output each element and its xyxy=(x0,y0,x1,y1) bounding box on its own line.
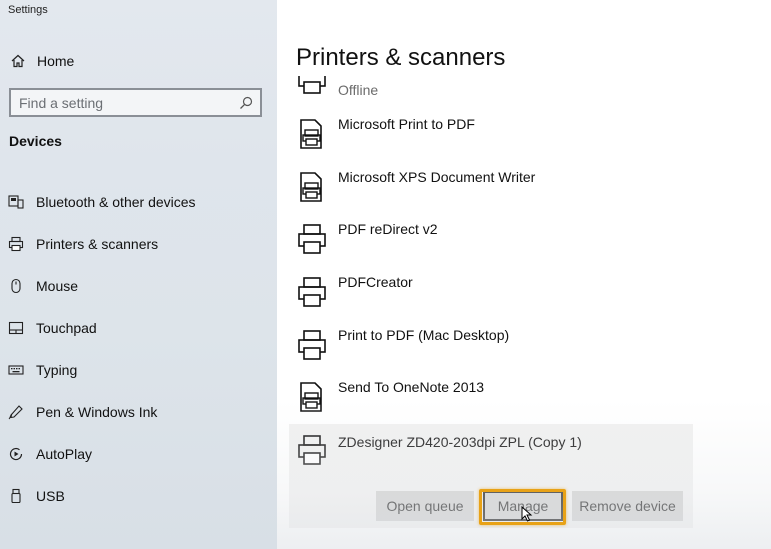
printer-status: Offline xyxy=(338,82,379,98)
printer-name: ZDesigner ZD420-203dpi ZPL (Copy 1) xyxy=(338,434,582,450)
document-printer-icon xyxy=(297,118,327,150)
printer-name: Microsoft XPS Document Writer xyxy=(338,168,536,185)
sidebar-item-label: USB xyxy=(36,488,65,504)
window-title: Settings xyxy=(8,4,48,16)
touchpad-icon xyxy=(8,320,24,336)
search-input[interactable] xyxy=(11,90,234,115)
printer-name: Microsoft Print to PDF xyxy=(338,116,475,132)
sidebar-item-label: Touchpad xyxy=(36,320,97,336)
manage-button[interactable]: Manage xyxy=(483,491,563,521)
printer-name: Print to PDF (Mac Desktop) xyxy=(338,326,510,343)
sidebar-item-mouse[interactable]: Mouse xyxy=(0,265,277,307)
remove-device-button[interactable]: Remove device xyxy=(572,491,683,521)
sidebar-item-printers[interactable]: Printers & scanners xyxy=(0,223,277,265)
printer-icon xyxy=(297,276,327,308)
bluetooth-devices-icon xyxy=(8,194,24,210)
main-content: Printers & scanners Offline Microsoft Pr… xyxy=(277,0,771,549)
sidebar-item-usb[interactable]: USB xyxy=(0,475,277,517)
sidebar-item-label: Mouse xyxy=(36,278,79,294)
printer-list-item[interactable]: Microsoft Print to PDF xyxy=(289,106,693,159)
sidebar-item-label: Pen & Windows Ink xyxy=(36,404,158,420)
sidebar-item-label: Bluetooth & other devices xyxy=(36,194,196,210)
selected-printer-item[interactable]: ZDesigner ZD420-203dpi ZPL (Copy 1) Open… xyxy=(289,424,693,528)
printer-list-item[interactable]: PDFCreator xyxy=(289,264,693,317)
usb-icon xyxy=(8,488,24,504)
sidebar-item-label: Typing xyxy=(36,362,78,378)
printer-name: PDF reDirect v2 xyxy=(338,221,438,238)
sidebar-item-label: AutoPlay xyxy=(36,446,93,462)
sidebar-item-touchpad[interactable]: Touchpad xyxy=(0,307,277,349)
printer-icon xyxy=(297,329,327,361)
mouse-icon xyxy=(8,278,24,294)
search-icon[interactable] xyxy=(238,95,254,111)
printer-list-item-partial[interactable]: Offline xyxy=(289,68,693,108)
printer-icon xyxy=(8,236,24,252)
printer-name: PDFCreator xyxy=(338,274,413,291)
document-printer-icon xyxy=(297,381,327,413)
sidebar-item-label: Printers & scanners xyxy=(36,236,159,252)
printer-list-item[interactable]: Print to PDF (Mac Desktop) xyxy=(289,317,693,370)
sidebar-item-typing[interactable]: Typing xyxy=(0,349,277,391)
printer-icon xyxy=(297,434,327,466)
home-icon xyxy=(8,51,28,71)
autoplay-icon xyxy=(8,446,24,462)
printer-name: Send To OneNote 2013 xyxy=(338,379,485,396)
home-nav-item[interactable]: Home xyxy=(8,50,74,72)
keyboard-icon xyxy=(8,362,24,378)
sidebar-item-bluetooth[interactable]: Bluetooth & other devices xyxy=(0,181,277,223)
sidebar-item-autoplay[interactable]: AutoPlay xyxy=(0,433,277,475)
printer-list: Microsoft Print to PDF Microsoft XPS Doc… xyxy=(289,106,693,422)
printer-icon xyxy=(297,76,327,94)
open-queue-button[interactable]: Open queue xyxy=(376,491,474,521)
document-printer-icon xyxy=(297,171,327,203)
settings-sidebar: Settings Home Devices Bluetooth & other … xyxy=(0,0,277,549)
sidebar-item-pen[interactable]: Pen & Windows Ink xyxy=(0,391,277,433)
printer-list-item[interactable]: PDF reDirect v2 xyxy=(289,211,693,264)
sidebar-nav: Bluetooth & other devices Printers & sca… xyxy=(0,181,277,517)
section-heading-devices: Devices xyxy=(9,133,62,149)
search-box[interactable] xyxy=(9,88,262,117)
home-label: Home xyxy=(37,53,75,69)
pen-icon xyxy=(8,404,24,420)
printer-list-item[interactable]: Send To OneNote 2013 xyxy=(289,369,693,422)
printer-list-item[interactable]: Microsoft XPS Document Writer xyxy=(289,159,693,212)
printer-icon xyxy=(297,223,327,255)
